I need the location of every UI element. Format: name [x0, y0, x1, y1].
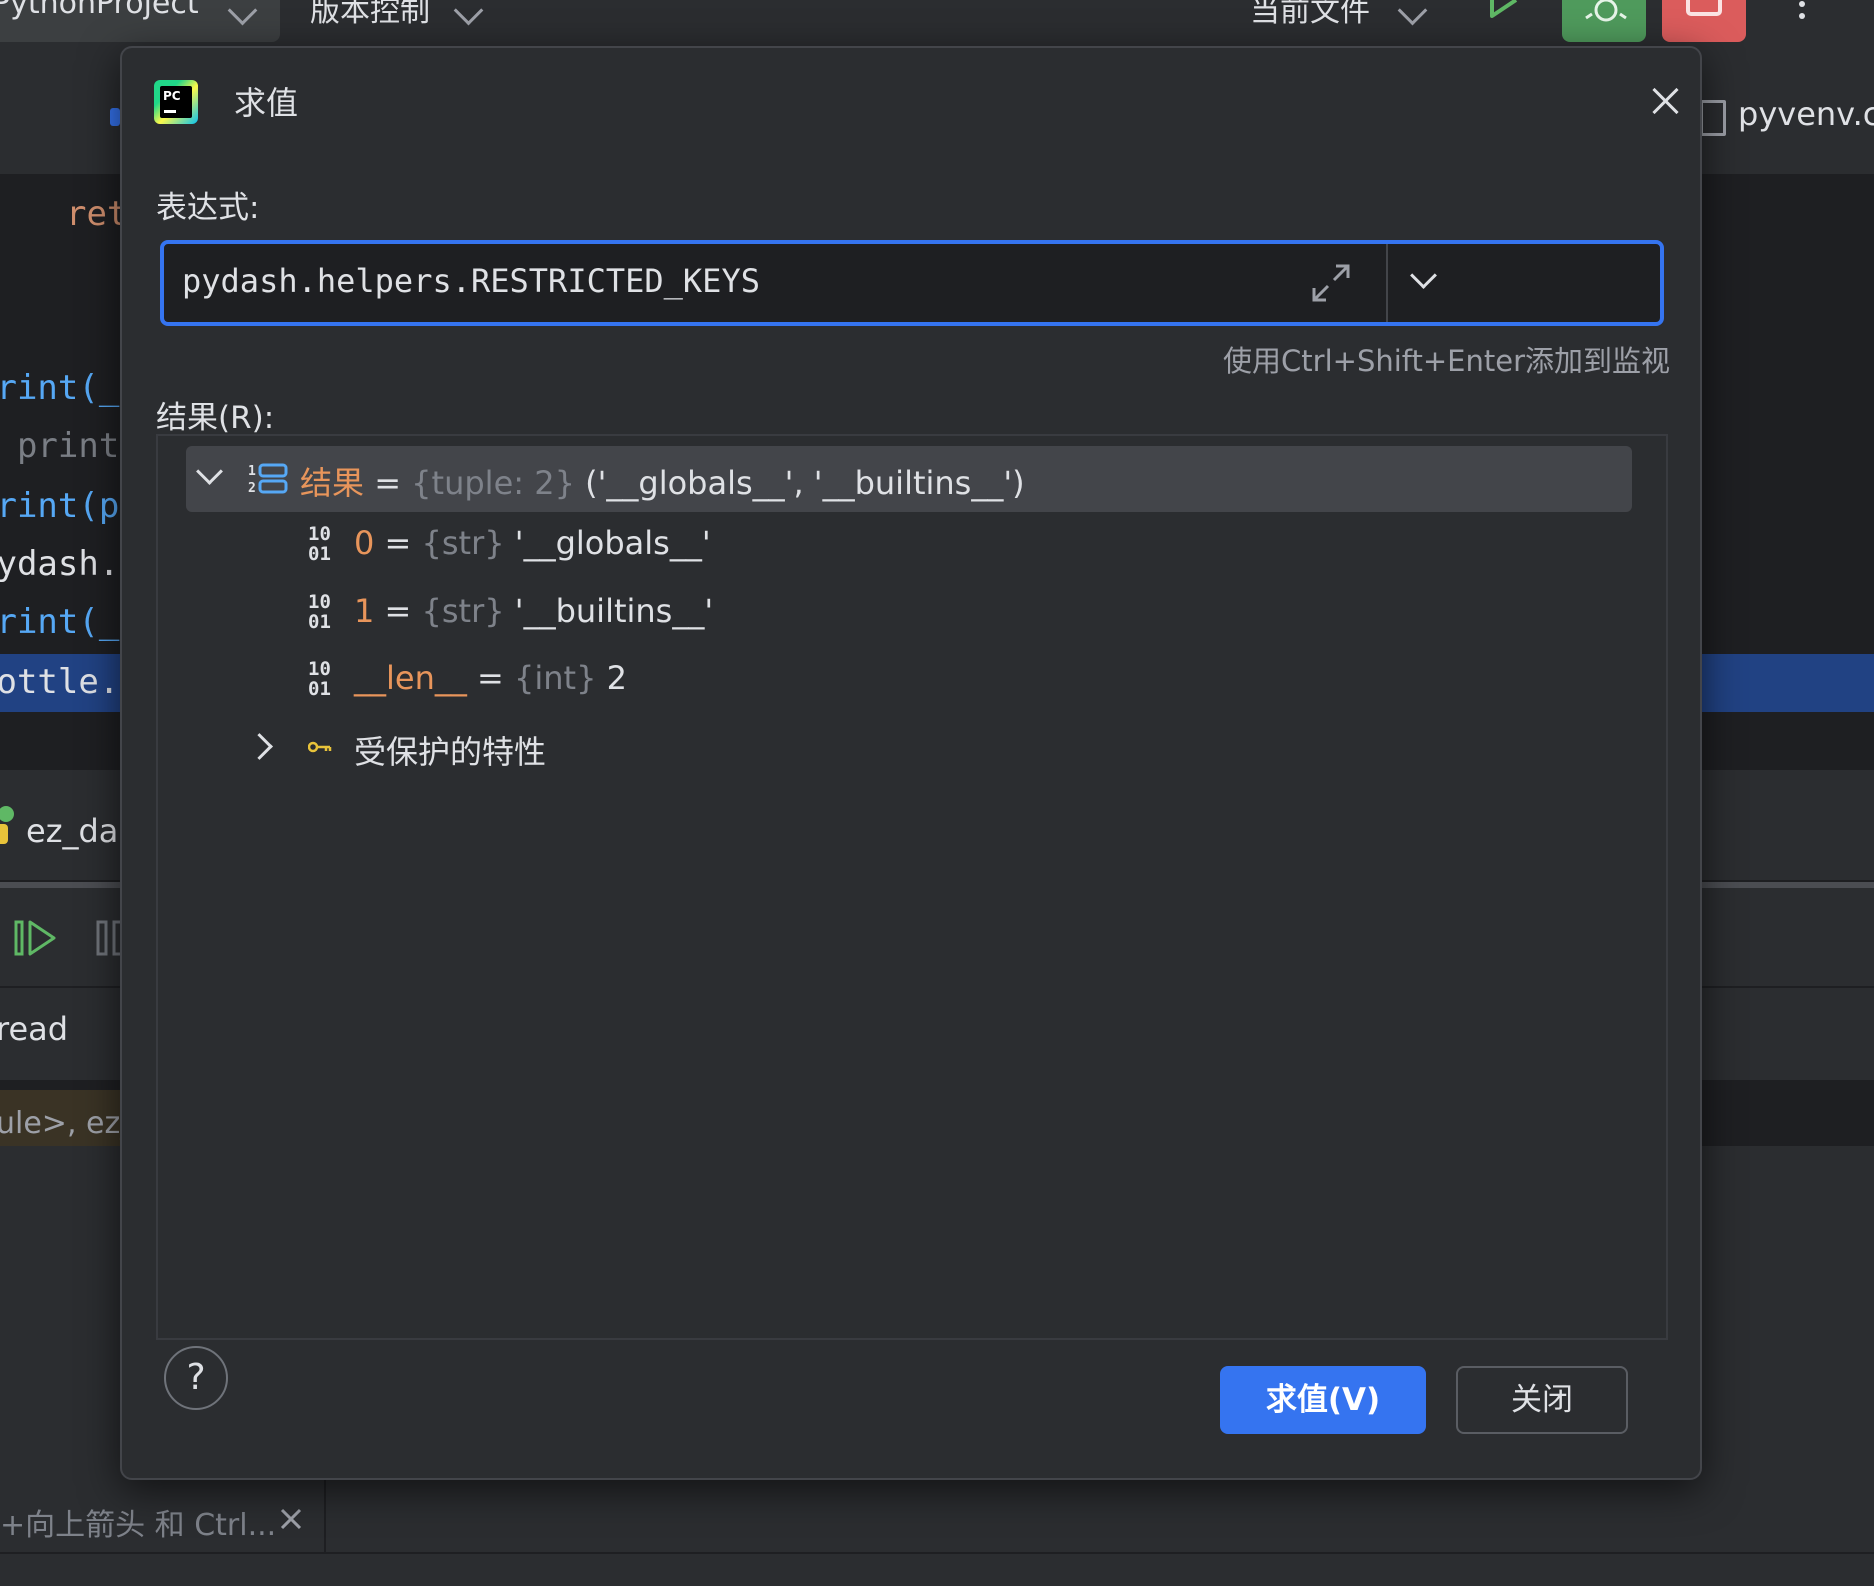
file-icon — [1700, 100, 1726, 136]
var-value: 2 — [606, 659, 627, 697]
run-tab-label[interactable]: ez_das — [26, 812, 135, 850]
close-icon[interactable] — [1648, 84, 1682, 118]
resume-icon[interactable] — [14, 918, 58, 958]
protected-attributes-label: 受保护的特性 — [354, 733, 547, 771]
stop-button[interactable] — [1662, 0, 1746, 42]
tree-row-text: 0 = {str} '__globals__' — [354, 524, 711, 562]
tree-row-result[interactable]: 1 2 结果 = {tuple: 2} ('__globals__', '__b… — [186, 446, 1632, 512]
bottom-hint: +向上箭头 和 Ctrl... — [0, 1508, 277, 1543]
tuple-list-icon: 1 2 — [248, 463, 288, 496]
debug-button[interactable] — [1562, 0, 1646, 42]
var-type: {int} — [514, 659, 597, 697]
var-eq: = — [374, 464, 401, 502]
expression-divider — [1386, 244, 1388, 322]
vcs-label[interactable]: 版本控制 — [310, 0, 430, 30]
evaluate-button[interactable]: 求值(V) — [1220, 1366, 1426, 1434]
svg-text:1: 1 — [248, 464, 256, 479]
var-name: __len__ — [354, 659, 467, 697]
code-line: ret — [66, 194, 128, 234]
tree-row-len[interactable]: 10 01 __len__ = {int} 2 — [158, 647, 1666, 713]
expression-input[interactable] — [182, 256, 1282, 306]
code-line: pydash. — [0, 544, 120, 584]
code-line: print(_ — [0, 368, 120, 408]
result-tree[interactable]: 1 2 结果 = {tuple: 2} ('__globals__', '__b… — [156, 434, 1668, 1340]
close-icon[interactable] — [280, 1508, 302, 1530]
chevron-down-icon[interactable] — [1410, 262, 1437, 289]
status-bar — [0, 1552, 1874, 1586]
var-value: ('__globals__', '__builtins__') — [585, 464, 1025, 502]
chevron-down-icon[interactable] — [196, 458, 223, 485]
var-name: 1 — [354, 592, 375, 630]
var-name: 0 — [354, 524, 375, 562]
more-icon[interactable] — [1792, 0, 1812, 24]
chevron-right-icon[interactable] — [246, 733, 273, 760]
var-type: {str} — [421, 524, 505, 562]
var-type: {str} — [421, 592, 505, 630]
close-button[interactable]: 关闭 — [1456, 1366, 1628, 1434]
pycharm-logo-icon: PC — [154, 80, 198, 124]
dialog-title: 求值 — [234, 84, 299, 122]
tree-row-text: 结果 = {tuple: 2} ('__globals__', '__built… — [300, 458, 1025, 504]
key-icon — [308, 741, 332, 753]
run-icon[interactable] — [1488, 0, 1524, 26]
tab-marker — [110, 108, 120, 126]
primitive-icon: 10 01 — [308, 591, 331, 633]
python-icon — [0, 806, 14, 844]
debug-icon — [1585, 0, 1627, 22]
var-type: {tuple: 2} — [411, 464, 575, 502]
primitive-icon: 10 01 — [308, 658, 331, 700]
expression-field[interactable] — [160, 240, 1664, 326]
tree-row-text: 1 = {str} '__builtins__' — [354, 592, 713, 630]
code-line: print(p — [0, 486, 120, 526]
project-label[interactable]: PythonProject — [0, 0, 199, 21]
var-eq: = — [384, 524, 412, 562]
code-line: # print — [0, 426, 120, 466]
run-config-label[interactable]: 当前文件 — [1250, 0, 1370, 30]
tab-pyvenv[interactable]: pyvenv.cf — [1738, 95, 1874, 133]
expand-icon[interactable] — [1310, 262, 1352, 304]
var-name: 结果 — [300, 464, 365, 502]
primitive-icon: 10 01 — [308, 523, 331, 565]
help-button[interactable]: ? — [164, 1346, 228, 1410]
expression-label: 表达式: — [156, 190, 260, 226]
var-eq: = — [384, 592, 412, 630]
tree-row-text: __len__ = {int} 2 — [354, 659, 627, 697]
panel-divider — [324, 1476, 326, 1552]
var-value: '__globals__' — [514, 524, 711, 562]
stop-icon — [1686, 0, 1722, 16]
code-line: print(_ — [0, 602, 120, 642]
svg-text:2: 2 — [248, 481, 256, 496]
code-line: bottle. — [0, 662, 120, 702]
var-value: '__builtins__' — [514, 592, 714, 630]
evaluate-dialog: PC 求值 表达式: 使用Ctrl+Shift+Enter添加到监视 结果(R)… — [120, 46, 1702, 1480]
watch-hint: 使用Ctrl+Shift+Enter添加到监视 — [1223, 344, 1670, 378]
var-eq: = — [477, 659, 504, 697]
tree-row-item-0[interactable]: 10 01 0 = {str} '__globals__' — [158, 512, 1666, 578]
tree-row-item-1[interactable]: 10 01 1 = {str} '__builtins__' — [158, 580, 1666, 646]
result-label: 结果(R): — [156, 400, 275, 436]
chevron-down-icon — [1397, 0, 1428, 26]
thread-label: read — [0, 1010, 69, 1048]
frame-label[interactable]: ule>, ez_ — [0, 1106, 135, 1141]
chevron-down-icon — [453, 0, 484, 26]
tree-row-protected[interactable]: 受保护的特性 — [158, 715, 1666, 781]
